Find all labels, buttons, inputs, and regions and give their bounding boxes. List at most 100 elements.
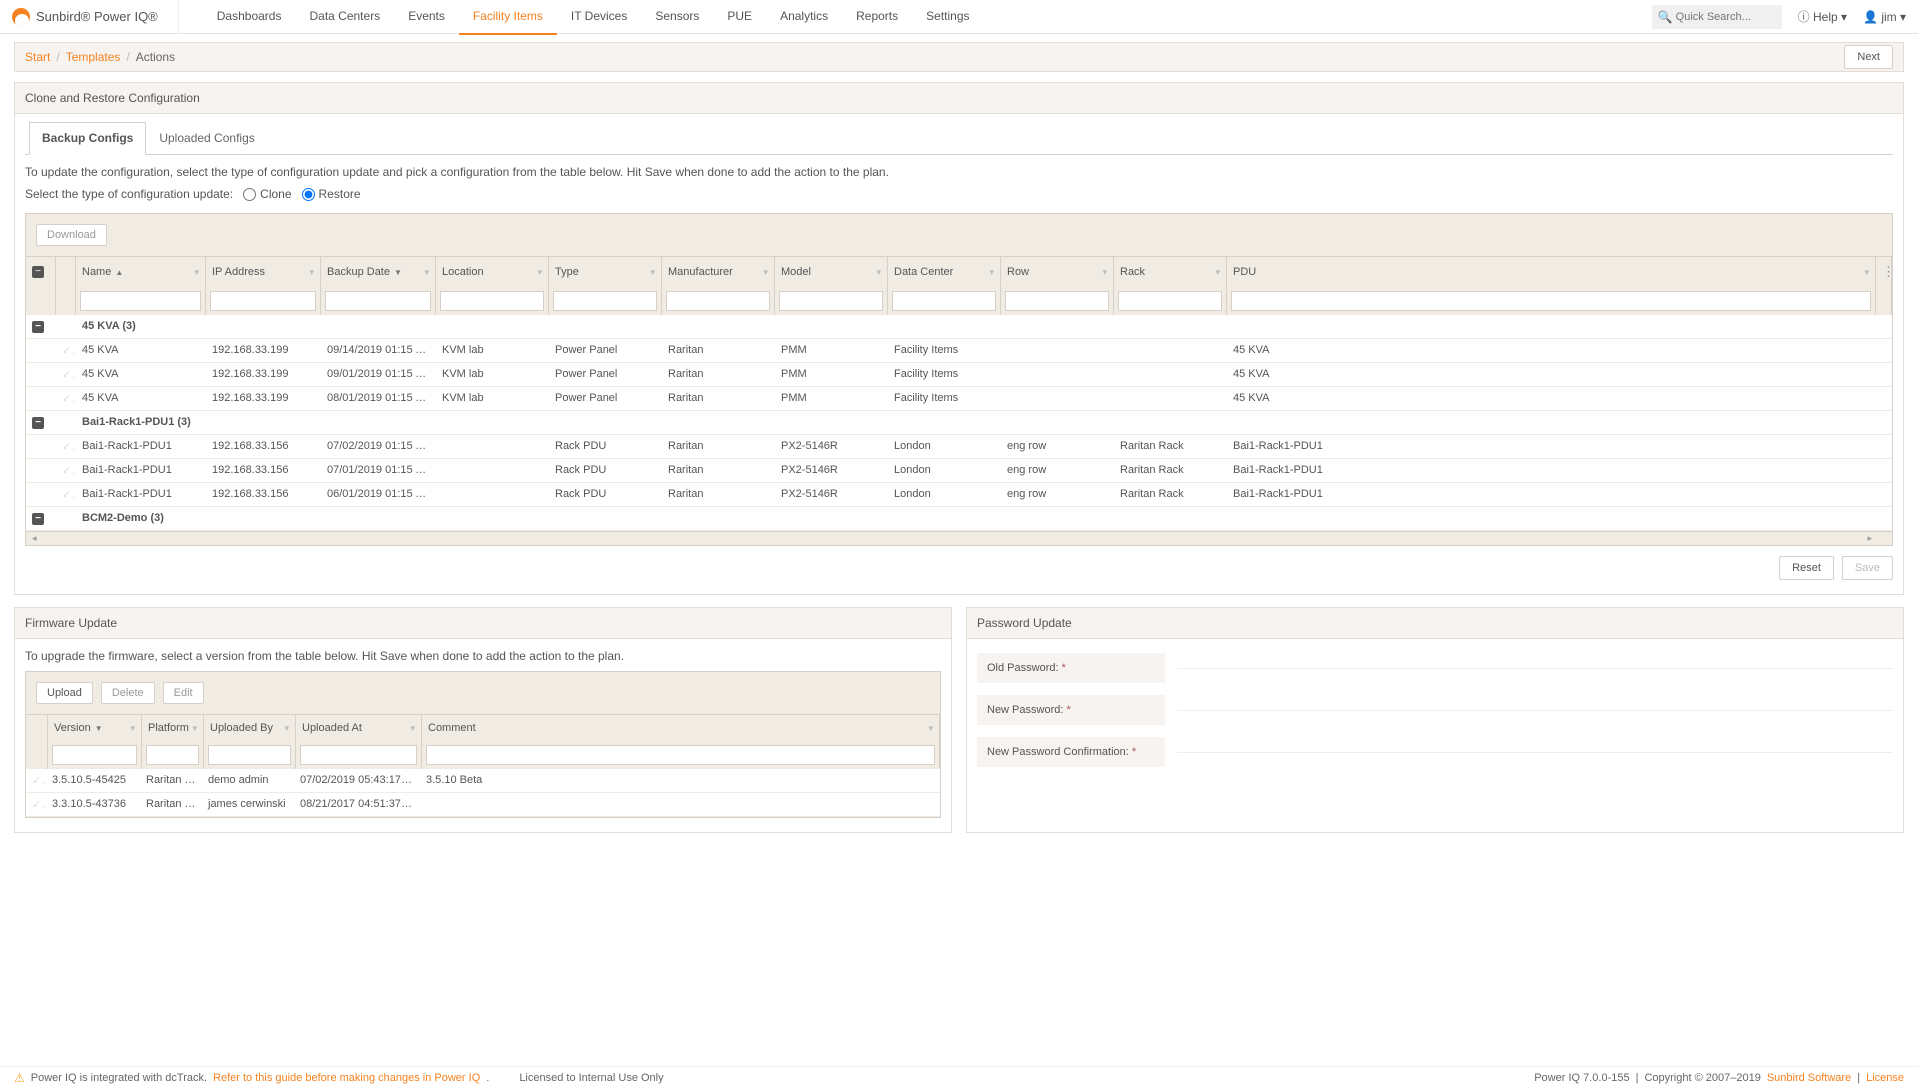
group-row[interactable]: −Bai1-Rack1-PDU1 (3) <box>26 411 1892 435</box>
filter-version[interactable] <box>52 745 137 765</box>
chevron-down-icon[interactable]: ▾ <box>194 267 199 278</box>
chevron-down-icon[interactable]: ▾ <box>763 267 768 278</box>
nav-reports[interactable]: Reports <box>842 0 912 35</box>
filter-date[interactable] <box>325 291 431 311</box>
next-button[interactable]: Next <box>1844 45 1893 69</box>
chevron-down-icon[interactable]: ▾ <box>130 723 135 734</box>
col-menu[interactable]: ⋮ <box>1876 257 1892 287</box>
col-pdu[interactable]: PDU▾ <box>1227 257 1876 287</box>
nav-sensors[interactable]: Sensors <box>641 0 713 35</box>
nav-dashboards[interactable]: Dashboards <box>203 0 296 35</box>
check-icon[interactable]: ✓ <box>26 769 46 792</box>
check-icon[interactable]: ✓ <box>26 793 46 816</box>
table-row[interactable]: ✓3.3.10.5-43736Raritan Xerusjames cerwin… <box>26 793 940 817</box>
check-icon[interactable]: ✓ <box>56 363 76 386</box>
chevron-down-icon[interactable]: ▾ <box>1864 267 1869 278</box>
check-icon[interactable]: ✓ <box>56 483 76 506</box>
chevron-down-icon[interactable]: ▾ <box>1215 267 1220 278</box>
chevron-down-icon[interactable]: ▾ <box>410 723 415 734</box>
filter-mfr[interactable] <box>666 291 770 311</box>
col-type[interactable]: Type▾ <box>549 257 662 287</box>
chevron-down-icon[interactable]: ▾ <box>928 723 933 734</box>
col-backup-date[interactable]: Backup Date▼▾ <box>321 257 436 287</box>
footer-license-link[interactable]: License <box>1866 1072 1904 1084</box>
col-comment[interactable]: Comment▾ <box>422 715 940 741</box>
nav-data-centers[interactable]: Data Centers <box>295 0 394 35</box>
tab-backup-configs[interactable]: Backup Configs <box>29 122 146 155</box>
radio-clone[interactable]: Clone <box>243 187 291 201</box>
grid-body[interactable]: −45 KVA (3)✓45 KVA192.168.33.19909/14/20… <box>26 315 1892 531</box>
help-menu[interactable]: ⓘ Help ▾ <box>1798 8 1847 25</box>
table-row[interactable]: ✓Bai1-Rack1-PDU1192.168.33.15607/02/2019… <box>26 435 1892 459</box>
filter-platform[interactable] <box>146 745 199 765</box>
nav-it-devices[interactable]: IT Devices <box>557 0 641 35</box>
check-icon[interactable]: ✓ <box>56 435 76 458</box>
nav-analytics[interactable]: Analytics <box>766 0 842 35</box>
chevron-down-icon[interactable]: ▾ <box>309 267 314 278</box>
table-row[interactable]: ✓45 KVA192.168.33.19909/14/2019 01:15 AM… <box>26 339 1892 363</box>
table-row[interactable]: ✓45 KVA192.168.33.19909/01/2019 01:15 AM… <box>26 363 1892 387</box>
col-rack[interactable]: Rack▾ <box>1114 257 1227 287</box>
check-icon[interactable]: ✓ <box>56 459 76 482</box>
filter-dc[interactable] <box>892 291 996 311</box>
filter-at[interactable] <box>300 745 417 765</box>
check-icon[interactable]: ✓ <box>56 339 76 362</box>
col-manufacturer[interactable]: Manufacturer▾ <box>662 257 775 287</box>
nav-events[interactable]: Events <box>394 0 459 35</box>
breadcrumb-templates[interactable]: Templates <box>66 50 121 64</box>
group-row[interactable]: −45 KVA (3) <box>26 315 1892 339</box>
col-model[interactable]: Model▾ <box>775 257 888 287</box>
col-row[interactable]: Row▾ <box>1001 257 1114 287</box>
nav-facility-items[interactable]: Facility Items <box>459 0 557 35</box>
delete-button[interactable]: Delete <box>101 682 155 704</box>
chevron-down-icon[interactable]: ▾ <box>537 267 542 278</box>
table-row[interactable]: ✓3.5.10.5-45425Raritan Xerusdemo admin07… <box>26 769 940 793</box>
col-uploaded-by[interactable]: Uploaded By▾ <box>204 715 296 741</box>
col-location[interactable]: Location▾ <box>436 257 549 287</box>
col-expand[interactable]: − <box>26 257 56 287</box>
chevron-down-icon[interactable]: ▾ <box>424 267 429 278</box>
tab-uploaded-configs[interactable]: Uploaded Configs <box>146 122 267 154</box>
grid-hscrollbar[interactable] <box>26 531 1892 545</box>
collapse-all-icon[interactable]: − <box>32 266 44 278</box>
col-name[interactable]: Name▲▾ <box>76 257 206 287</box>
filter-pdu[interactable] <box>1231 291 1871 311</box>
col-platform[interactable]: Platform▾ <box>142 715 204 741</box>
nav-settings[interactable]: Settings <box>912 0 983 35</box>
col-uploaded-at[interactable]: Uploaded At▾ <box>296 715 422 741</box>
radio-restore[interactable]: Restore <box>302 187 361 201</box>
logo[interactable]: Sunbird® Power IQ® <box>12 0 179 33</box>
filter-row[interactable] <box>1005 291 1109 311</box>
filter-location[interactable] <box>440 291 544 311</box>
filter-rack[interactable] <box>1118 291 1222 311</box>
table-row[interactable]: ✓Bai1-Rack1-PDU1192.168.33.15607/01/2019… <box>26 459 1892 483</box>
filter-model[interactable] <box>779 291 883 311</box>
collapse-icon[interactable]: − <box>32 513 44 525</box>
firmware-grid-body[interactable]: ✓3.5.10.5-45425Raritan Xerusdemo admin07… <box>26 769 940 817</box>
chevron-down-icon[interactable]: ▾ <box>876 267 881 278</box>
breadcrumb-start[interactable]: Start <box>25 50 50 64</box>
filter-name[interactable] <box>80 291 201 311</box>
filter-ip[interactable] <box>210 291 316 311</box>
download-button[interactable]: Download <box>36 224 107 246</box>
save-button[interactable]: Save <box>1842 556 1893 580</box>
confirm-password-input[interactable] <box>1177 752 1893 753</box>
table-row[interactable]: ✓Bai1-Rack1-PDU1192.168.33.15606/01/2019… <box>26 483 1892 507</box>
footer-company-link[interactable]: Sunbird Software <box>1767 1072 1851 1084</box>
filter-type[interactable] <box>553 291 657 311</box>
chevron-down-icon[interactable]: ▾ <box>284 723 289 734</box>
new-password-input[interactable] <box>1177 710 1893 711</box>
reset-button[interactable]: Reset <box>1779 556 1834 580</box>
filter-by[interactable] <box>208 745 291 765</box>
collapse-icon[interactable]: − <box>32 417 44 429</box>
group-row[interactable]: −BCM2-Demo (3) <box>26 507 1892 531</box>
chevron-down-icon[interactable]: ▾ <box>1102 267 1107 278</box>
table-row[interactable]: ✓45 KVA192.168.33.19908/01/2019 01:15 AM… <box>26 387 1892 411</box>
col-ip[interactable]: IP Address▾ <box>206 257 321 287</box>
chevron-down-icon[interactable]: ▾ <box>989 267 994 278</box>
check-icon[interactable]: ✓ <box>56 387 76 410</box>
chevron-down-icon[interactable]: ▾ <box>650 267 655 278</box>
filter-comment[interactable] <box>426 745 935 765</box>
chevron-down-icon[interactable]: ▾ <box>192 723 197 734</box>
col-datacenter[interactable]: Data Center▾ <box>888 257 1001 287</box>
